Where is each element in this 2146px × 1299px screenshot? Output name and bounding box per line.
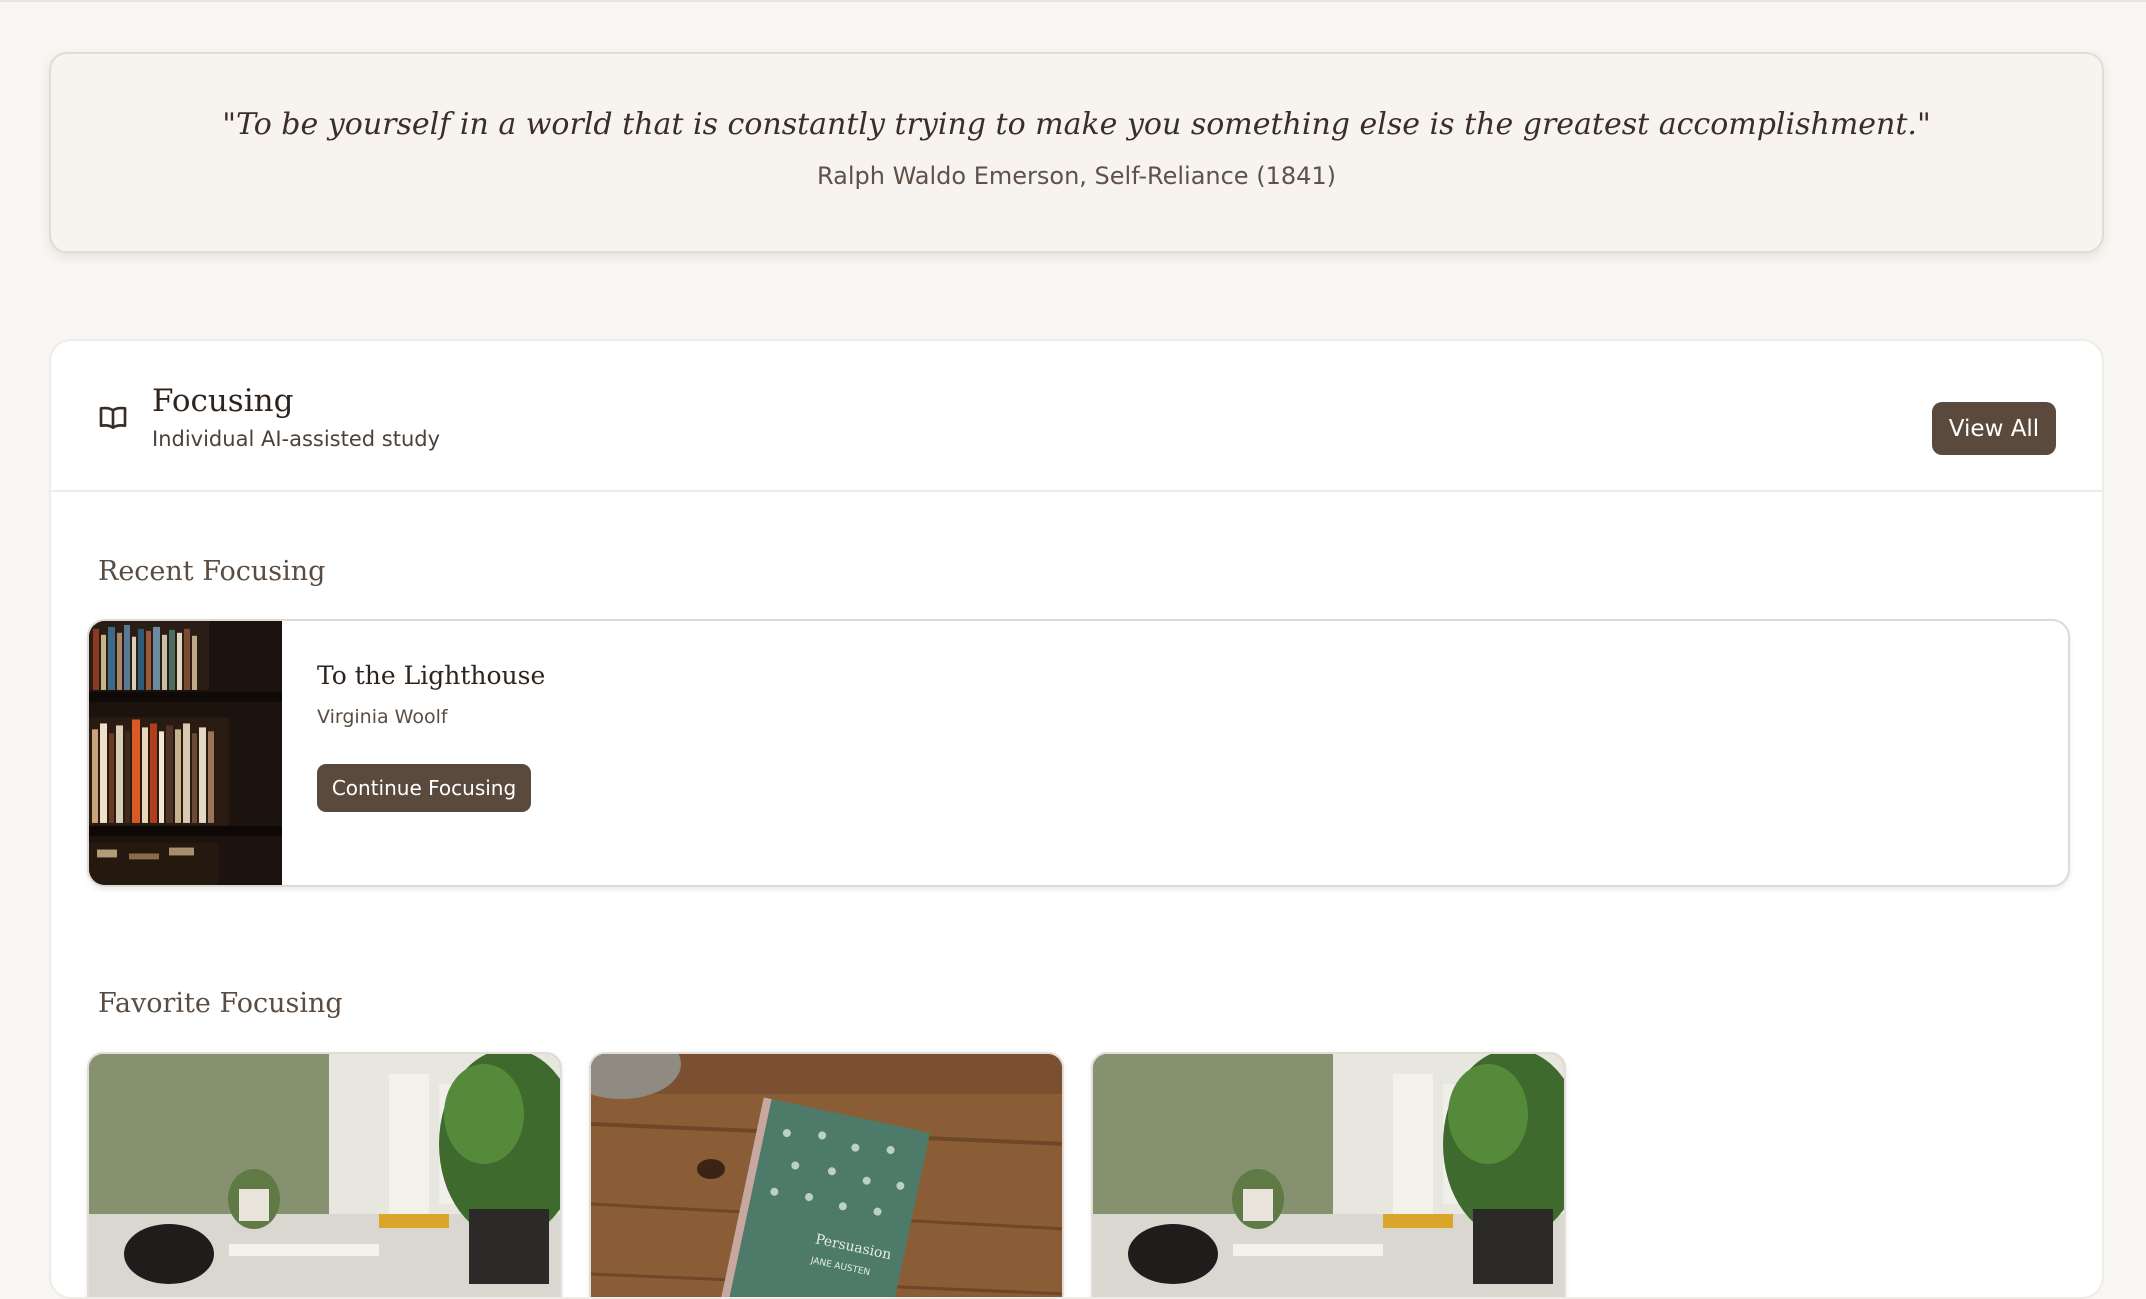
favorite-card[interactable] xyxy=(1091,1052,1566,1297)
view-all-button[interactable]: View All xyxy=(1932,402,2056,455)
quote-card: "To be yourself in a world that is const… xyxy=(49,52,2104,253)
open-book-icon xyxy=(99,406,127,429)
focusing-panel: Focusing Individual AI-assisted study Vi… xyxy=(49,339,2104,1299)
bookshelf-thumbnail xyxy=(89,621,282,885)
recent-item-author: Virginia Woolf xyxy=(317,706,448,728)
top-divider xyxy=(0,0,2146,2)
section-subtitle: Individual AI-assisted study xyxy=(152,427,441,451)
favorite-card[interactable]: Persuasion JANE AUSTEN xyxy=(589,1052,1064,1297)
continue-focusing-button[interactable]: Continue Focusing xyxy=(317,764,531,812)
section-title: Focusing xyxy=(152,383,294,419)
recent-item-title: To the Lighthouse xyxy=(317,661,546,690)
favorite-card[interactable] xyxy=(87,1052,562,1297)
recent-focusing-heading: Recent Focusing xyxy=(98,556,326,587)
focusing-header: Focusing Individual AI-assisted study Vi… xyxy=(51,341,2102,492)
quote-source: Ralph Waldo Emerson, Self-Reliance (1841… xyxy=(816,162,1337,190)
persuasion-book-image: Persuasion JANE AUSTEN xyxy=(591,1054,1062,1297)
desk-with-plant-image xyxy=(1093,1054,1564,1297)
favorite-focusing-heading: Favorite Focusing xyxy=(98,988,343,1019)
desk-with-plant-image xyxy=(89,1054,560,1297)
quote-text: "To be yourself in a world that is const… xyxy=(222,107,1931,142)
recent-item[interactable]: To the Lighthouse Virginia Woolf Continu… xyxy=(87,619,2070,887)
